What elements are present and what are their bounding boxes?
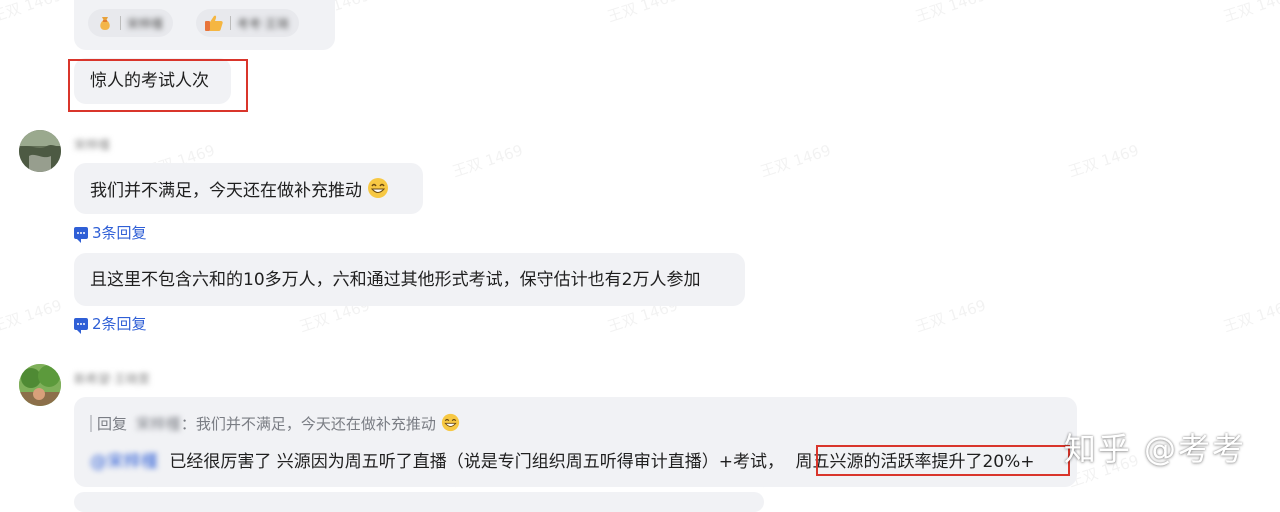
message-text: @宋梓槿 已经很厉害了 兴源因为周五听了直播（说是专门组织周五听得审计直播）+考… <box>90 450 1035 474</box>
quote-author: 宋梓槿 <box>135 415 181 433</box>
message-text-content: 我们并不满足，今天还在做补充推动 <box>90 181 362 201</box>
watermark-text: 王双 1469 <box>1221 296 1280 336</box>
message-bubble <box>74 492 764 512</box>
reaction-chip-1[interactable]: 宋梓槿 <box>88 9 174 37</box>
reaction-chip-2[interactable]: 考考·王琦 <box>196 9 299 37</box>
reply-thread-link[interactable]: 2条回复 <box>74 313 147 334</box>
comment-icon <box>74 317 88 334</box>
avatar-image <box>19 364 61 406</box>
reply-count: 3条回复 <box>92 224 147 242</box>
message-text-content: 已经很厉害了 兴源因为周五听了直播（说是专门组织周五听得审计直播）+考试， <box>169 452 785 472</box>
watermark-text: 王双 1469 <box>450 141 526 181</box>
message-text: 且这里不包含六和的10多万人，六和通过其他形式考试，保守估计也有2万人参加 <box>90 270 701 290</box>
reaction-user-name: 考考·王琦 <box>237 16 289 31</box>
watermark-text: 王双 1469 <box>913 0 989 26</box>
quote-text: ：我们并不满足，今天还在做补充推动 <box>180 415 436 433</box>
watermark-text: 王双 1469 <box>1221 0 1280 26</box>
avatar-image <box>19 130 61 172</box>
reply-count: 2条回复 <box>92 315 147 333</box>
reaction-separator <box>230 16 231 30</box>
watermark-text: 王双 1469 <box>0 0 65 26</box>
watermark-text: 王双 1469 <box>913 296 989 336</box>
sender-name: 新希望·王晓雯 <box>74 372 150 386</box>
sender-name: 宋梓槿 <box>74 138 111 152</box>
quote-label: 回复 <box>97 415 128 433</box>
comment-icon <box>74 226 88 243</box>
reaction-user-name: 宋梓槿 <box>127 16 164 31</box>
watermark-text: 王双 1469 <box>605 0 681 26</box>
reaction-separator <box>120 16 121 30</box>
zhihu-brand-watermark: 知乎 @考考 <box>1063 430 1246 468</box>
message-text: 我们并不满足，今天还在做补充推动 <box>90 177 389 203</box>
grin-emoji-icon <box>368 178 389 198</box>
grin-emoji-icon <box>441 413 459 432</box>
quote-bar <box>90 415 92 432</box>
thumbs-up-emoji-icon <box>205 15 223 31</box>
watermark-text: 王双 1469 <box>758 141 834 181</box>
watermark-text: 王双 1469 <box>1066 141 1142 181</box>
highlighted-text: 周五兴源的活跃率提升了20%+ <box>795 452 1035 472</box>
reply-quote[interactable]: 回复 宋梓槿：我们并不满足，今天还在做补充推动 <box>97 413 460 434</box>
message-text: 惊人的考试人次 <box>90 71 209 91</box>
avatar[interactable] <box>19 130 61 172</box>
watermark-text: 王双 1469 <box>0 296 65 336</box>
reply-thread-link[interactable]: 3条回复 <box>74 222 147 243</box>
mention-tag[interactable]: @宋梓槿 <box>90 450 158 474</box>
bag-emoji-icon <box>100 17 110 30</box>
avatar[interactable] <box>19 364 61 406</box>
